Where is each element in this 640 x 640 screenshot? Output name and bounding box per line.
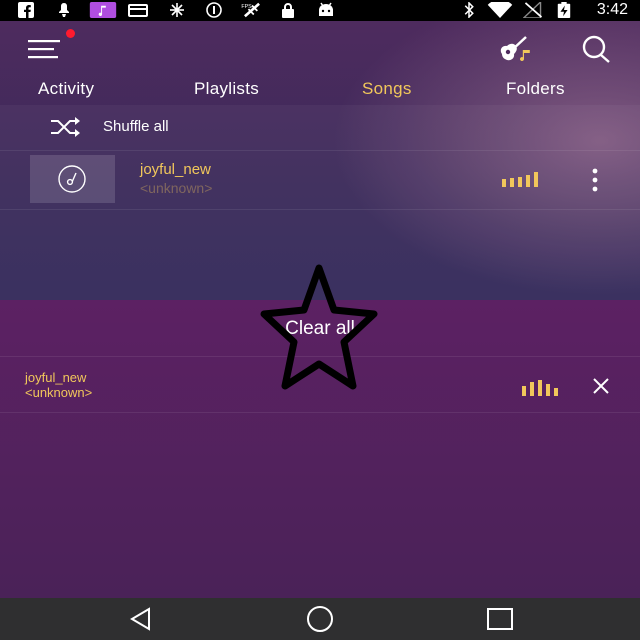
music-app-icon — [89, 2, 117, 18]
shuffle-icon — [51, 117, 80, 137]
notification-dot — [66, 29, 75, 38]
info-icon — [206, 2, 222, 18]
now-playing-equalizer-icon — [502, 172, 538, 187]
battery-charging-icon — [557, 2, 571, 18]
tab-activity[interactable]: Activity — [38, 79, 94, 99]
no-sim-icon — [523, 2, 543, 18]
folder-icon — [128, 4, 148, 17]
status-time: 3:42 — [596, 1, 628, 18]
star-overlay-icon — [260, 264, 378, 390]
song-row[interactable]: joyful_new <unknown> — [0, 151, 640, 210]
wifi-icon — [487, 2, 513, 18]
queue-item-title: joyful_new — [25, 370, 87, 385]
album-art-thumbnail — [30, 155, 115, 203]
music-app: Activity Playlists Songs Folders Shuffle… — [0, 21, 640, 300]
signal-dots-icon — [170, 3, 184, 17]
notification-icon — [59, 3, 69, 17]
shuffle-all-row[interactable]: Shuffle all — [0, 105, 640, 151]
music-disc-icon — [58, 165, 86, 193]
facebook-icon — [18, 2, 34, 18]
back-icon[interactable] — [126, 606, 156, 632]
remove-from-queue-icon[interactable] — [590, 375, 612, 397]
song-artist: <unknown> — [140, 180, 213, 196]
tab-bar: Activity Playlists Songs Folders — [0, 73, 640, 105]
tab-songs[interactable]: Songs — [362, 79, 412, 99]
queue-item-artist: <unknown> — [25, 385, 93, 400]
recents-icon[interactable] — [485, 606, 515, 632]
no-gps-icon: FPS — [241, 2, 260, 18]
svg-text:FPS: FPS — [241, 4, 252, 10]
lock-icon — [282, 3, 294, 18]
app-bar — [0, 21, 640, 73]
song-title: joyful_new — [140, 161, 211, 178]
shuffle-all-label: Shuffle all — [103, 118, 169, 135]
bluetooth-icon — [464, 2, 474, 18]
tab-playlists[interactable]: Playlists — [194, 79, 259, 99]
queue-equalizer-icon — [522, 380, 558, 396]
android-icon — [319, 2, 333, 16]
menu-icon[interactable] — [26, 35, 64, 63]
navigation-bar — [0, 598, 640, 640]
status-bar: FPS 3:42 — [0, 0, 640, 21]
home-icon[interactable] — [305, 606, 335, 632]
tab-folders[interactable]: Folders — [506, 79, 565, 99]
search-icon[interactable] — [578, 34, 614, 64]
guitar-music-icon[interactable] — [496, 34, 536, 62]
more-options-icon[interactable] — [586, 167, 604, 193]
